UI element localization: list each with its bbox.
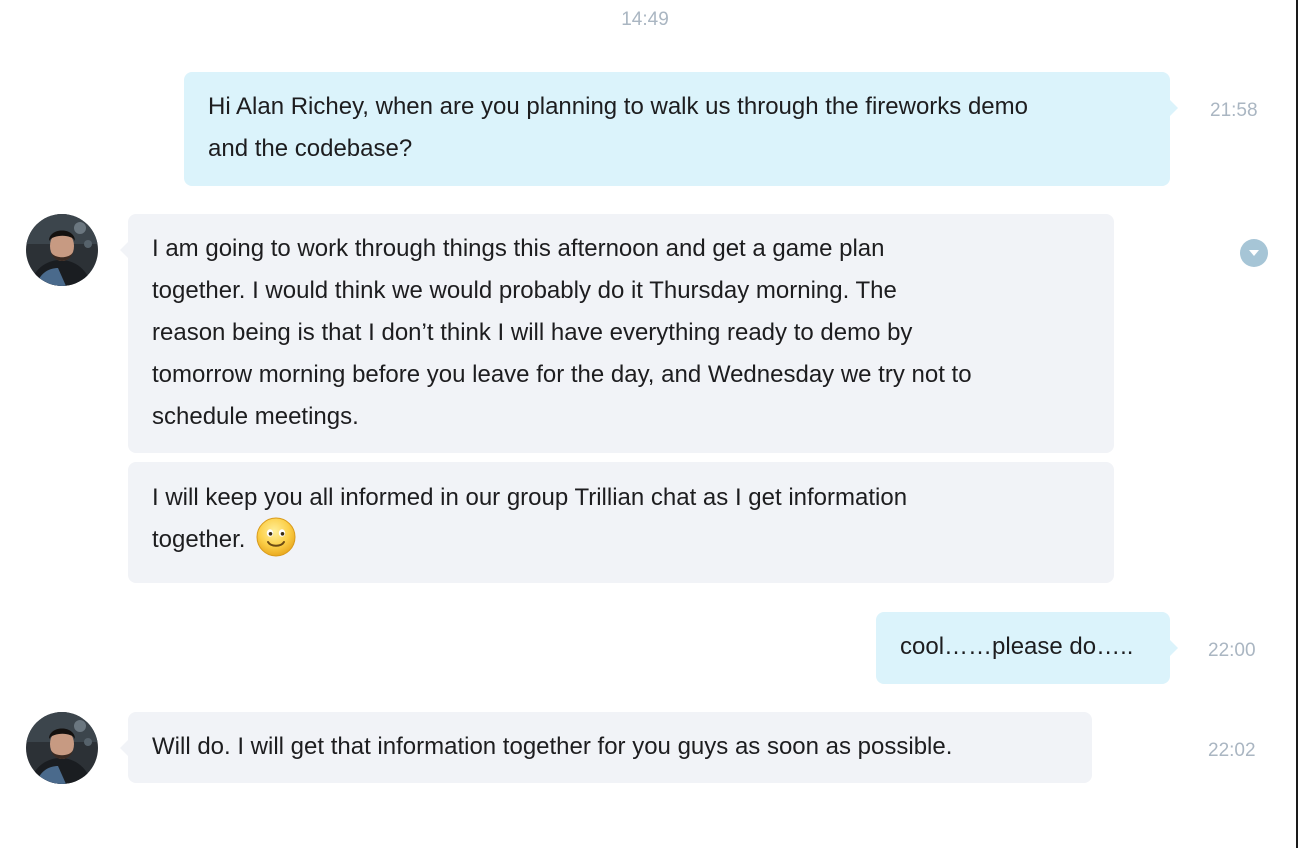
message-line: cool……please do….. bbox=[900, 633, 1134, 660]
smiley-emoji-icon bbox=[256, 517, 296, 557]
message-line: reason being is that I don’t think I wil… bbox=[152, 319, 913, 346]
message-line: tomorrow morning before you leave for th… bbox=[152, 361, 972, 388]
message-timestamp: 22:02 bbox=[1208, 740, 1256, 761]
outgoing-message-bubble[interactable]: cool……please do….. bbox=[876, 612, 1178, 684]
contact-avatar[interactable] bbox=[26, 712, 98, 784]
outgoing-message-bubble[interactable]: Hi Alan Richey, when are you planning to… bbox=[184, 72, 1178, 186]
incoming-message-bubble[interactable]: Will do. I will get that information tog… bbox=[120, 712, 1092, 783]
message-line: Will do. I will get that information tog… bbox=[152, 733, 953, 760]
message-line: I will keep you all informed in our grou… bbox=[152, 484, 908, 511]
conversation-time-divider: 14:49 bbox=[621, 9, 669, 30]
message-line: Hi Alan Richey, when are you planning to… bbox=[208, 93, 1028, 120]
message-line-with-emoji: together. bbox=[152, 517, 1090, 561]
message-line: I am going to work through things this a… bbox=[152, 235, 885, 262]
message-line: together. I would think we would probabl… bbox=[152, 277, 897, 304]
message-line: schedule meetings. bbox=[152, 403, 359, 430]
message-line: and the codebase? bbox=[208, 135, 413, 162]
message-timestamp: 22:00 bbox=[1208, 640, 1256, 661]
message-timestamp: 21:58 bbox=[1210, 100, 1258, 121]
contact-avatar[interactable] bbox=[26, 214, 98, 286]
incoming-message-bubble[interactable]: I will keep you all informed in our grou… bbox=[128, 462, 1114, 583]
message-line: together. bbox=[152, 526, 246, 553]
message-menu-chevron-down-icon[interactable] bbox=[1240, 239, 1268, 267]
incoming-message-bubble[interactable]: I am going to work through things this a… bbox=[120, 214, 1114, 453]
